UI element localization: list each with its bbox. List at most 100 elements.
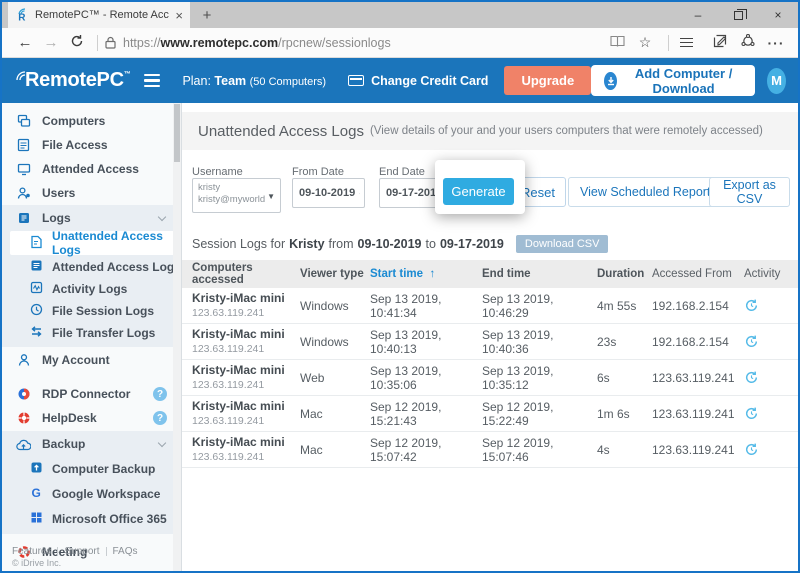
share-icon[interactable] (736, 34, 760, 52)
table-row: Kristy-iMac mini123.63.119.241 Mac Sep 1… (182, 432, 798, 468)
microsoft-office-icon (30, 511, 43, 527)
download-csv-button[interactable]: Download CSV (516, 235, 609, 253)
generate-button[interactable]: Generate (443, 178, 514, 205)
sidebar-item-file-transfer-logs[interactable]: File Transfer Logs (2, 322, 181, 344)
sidebar-scrollbar-thumb[interactable] (174, 104, 180, 162)
session-activity-icon[interactable] (744, 334, 790, 349)
sidebar-item-my-account[interactable]: My Account (2, 347, 181, 373)
chevron-down-icon[interactable] (158, 439, 166, 447)
chevron-down-icon[interactable] (158, 213, 166, 221)
favorites-star-icon[interactable]: ☆ (633, 34, 657, 51)
sidebar-item-users[interactable]: Users (2, 181, 181, 205)
duration: 1m 6s (597, 407, 652, 421)
file-access-icon (16, 138, 31, 153)
end-time: Sep 12 2019, 15:07:46 (482, 436, 597, 464)
computer-ip: 123.63.119.241 (192, 415, 300, 427)
end-time: Sep 13 2019, 10:40:36 (482, 328, 597, 356)
refresh-icon[interactable] (64, 34, 90, 52)
credit-card-icon (348, 75, 364, 86)
web-note-icon[interactable] (708, 34, 732, 52)
users-icon (16, 186, 31, 201)
sidebar-item-microsoft-office-365[interactable]: Microsoft Office 365 (2, 506, 181, 531)
session-activity-icon[interactable] (744, 442, 790, 457)
export-as-csv-button[interactable]: Export as CSV (709, 177, 790, 207)
sidebar-scrollbar[interactable] (173, 103, 181, 571)
sidebar-item-attended-access-logs[interactable]: Attended Access Logs (2, 256, 181, 278)
add-computer-download-button[interactable]: Add Computer / Download (591, 65, 755, 96)
col-activity: Activity (744, 268, 790, 280)
upgrade-button[interactable]: Upgrade (504, 66, 591, 95)
start-time: Sep 13 2019, 10:40:13 (370, 328, 482, 356)
back-icon[interactable]: ← (12, 34, 38, 51)
accessed-from: 123.63.119.241 (652, 443, 744, 457)
tab-title: RemotePC™ - Remote Access Lo (35, 9, 169, 21)
accessed-from: 192.168.2.154 (652, 299, 744, 313)
address-bar[interactable]: https://www.remotepc.com/rpcnew/sessionl… (105, 36, 605, 50)
more-actions-icon[interactable]: ··· (764, 35, 788, 51)
close-button[interactable]: × (758, 2, 798, 28)
sidebar-item-computers[interactable]: Computers (2, 109, 181, 133)
table-row: Kristy-iMac mini123.63.119.241 Windows S… (182, 324, 798, 360)
sidebar-item-google-workspace[interactable]: G Google Workspace (2, 481, 181, 506)
sidebar-item-helpdesk[interactable]: HelpDesk ? (2, 406, 181, 430)
help-icon[interactable]: ? (153, 411, 167, 425)
viewer-type: Mac (300, 443, 370, 457)
viewer-type: Mac (300, 407, 370, 421)
sidebar-item-file-session-logs[interactable]: File Session Logs (2, 300, 181, 322)
from-date-input[interactable]: 09-10-2019 (292, 178, 365, 208)
table-header-row: Computers accessed Viewer type Start tim… (182, 260, 798, 288)
features-link[interactable]: Features (12, 546, 51, 557)
sidebar-item-unattended-access-logs[interactable]: Unattended Access Logs (10, 231, 175, 255)
attended-access-icon (16, 162, 31, 177)
table-row: Kristy-iMac mini123.63.119.241 Windows S… (182, 288, 798, 324)
restore-button[interactable] (718, 2, 758, 28)
session-activity-icon[interactable] (744, 406, 790, 421)
sidebar-item-file-access[interactable]: File Access (2, 133, 181, 157)
username-label: Username (192, 166, 243, 178)
col-start-time-sort[interactable]: Start time ↑ (370, 268, 482, 280)
computer-ip: 123.63.119.241 (192, 307, 300, 319)
minimize-button[interactable]: – (678, 2, 718, 28)
rdp-connector-icon (16, 387, 31, 402)
change-credit-card-link[interactable]: Change Credit Card (348, 74, 488, 88)
username-select[interactable]: kristy kristy@myworld.com ▼ (192, 178, 281, 213)
navbar-divider (97, 35, 98, 51)
avatar[interactable]: M (767, 68, 786, 94)
lock-icon (105, 36, 116, 49)
app-header: RemotePC™ Plan: Team (50 Computers) Chan… (2, 58, 798, 103)
browser-tab[interactable]: R RemotePC™ - Remote Access Lo × (8, 2, 190, 28)
table-row: Kristy-iMac mini123.63.119.241 Mac Sep 1… (182, 396, 798, 432)
svg-text:G: G (32, 486, 41, 499)
sidebar-group-logs: Logs Unattended Access Logs Attended Acc… (2, 205, 181, 347)
sidebar-item-attended-access[interactable]: Attended Access (2, 157, 181, 181)
sidebar-item-activity-logs[interactable]: Activity Logs (2, 278, 181, 300)
view-scheduled-reports-button[interactable]: View Scheduled Reports (568, 177, 729, 207)
logs-icon (16, 211, 31, 226)
sidebar-item-rdp-connector[interactable]: RDP Connector ? (2, 382, 181, 406)
logo-tm: ™ (124, 71, 131, 78)
forward-icon[interactable]: → (38, 34, 64, 51)
session-activity-icon[interactable] (744, 298, 790, 313)
page-subtitle: (View details of your and your users com… (370, 125, 763, 137)
sidebar-item-logs[interactable]: Logs (2, 206, 181, 230)
duration: 6s (597, 371, 652, 385)
new-tab-button[interactable]: + (190, 2, 224, 28)
help-icon[interactable]: ? (153, 387, 167, 401)
sidebar-item-computer-backup[interactable]: Computer Backup (2, 456, 181, 481)
duration: 23s (597, 335, 652, 349)
sidebar-group-backup: Backup Computer Backup G Google Workspac… (2, 431, 181, 534)
download-icon (604, 72, 617, 90)
viewer-type: Web (300, 371, 370, 385)
sidebar-item-backup[interactable]: Backup (2, 432, 181, 456)
accessed-from: 123.63.119.241 (652, 407, 744, 421)
tab-close-icon[interactable]: × (175, 8, 183, 23)
hub-icon[interactable] (680, 35, 704, 49)
browser-window: R RemotePC™ - Remote Access Lo × + – × ←… (0, 0, 800, 573)
faqs-link[interactable]: FAQs (113, 546, 138, 557)
session-activity-icon[interactable] (744, 370, 790, 385)
unattended-access-logs-icon (30, 235, 43, 252)
menu-hamburger-icon[interactable] (144, 71, 160, 90)
computer-ip: 123.63.119.241 (192, 379, 300, 391)
support-link[interactable]: Support (64, 546, 99, 557)
reading-view-icon[interactable] (605, 34, 629, 51)
